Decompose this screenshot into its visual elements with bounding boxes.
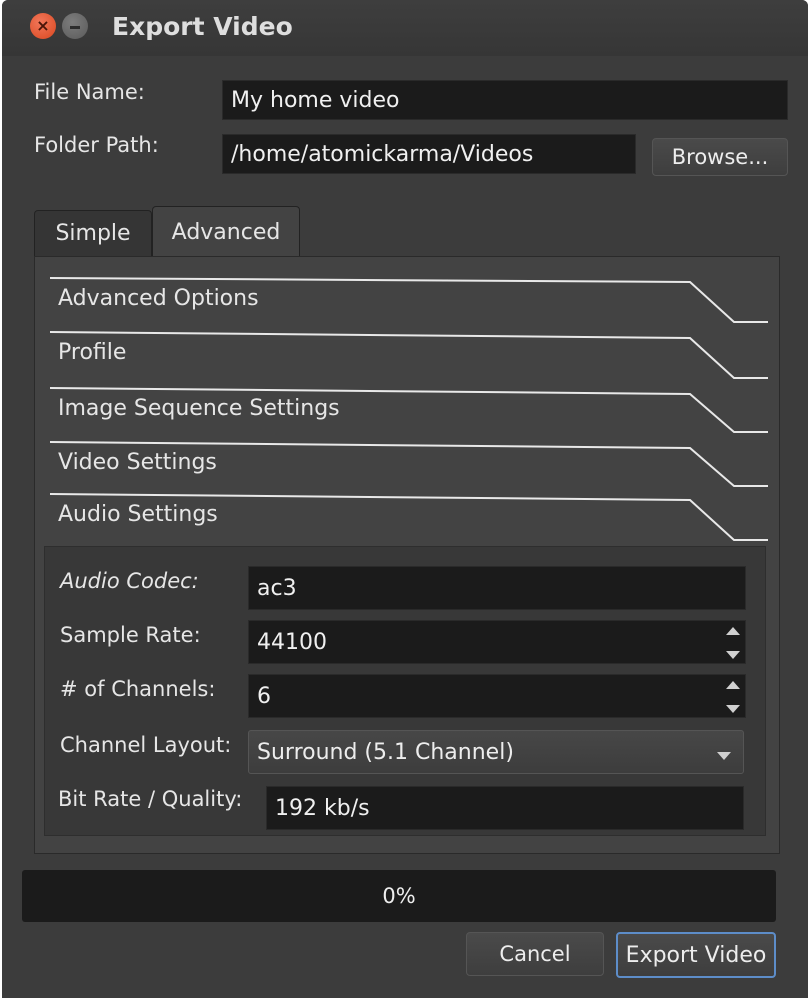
channels-spin-icon[interactable] <box>724 678 742 716</box>
channel-layout-select[interactable]: Surround (5.1 Channel) <box>248 730 744 774</box>
folder-path-label: Folder Path: <box>34 133 159 157</box>
folder-path-input[interactable]: /home/atomickarma/Videos <box>222 134 636 174</box>
cancel-button[interactable]: Cancel <box>466 932 604 976</box>
channel-layout-label: Channel Layout: <box>60 733 232 757</box>
minimize-icon[interactable] <box>62 13 88 39</box>
sample-rate-stepper[interactable]: 44100 <box>248 620 746 664</box>
section-profile[interactable]: Profile <box>50 330 770 386</box>
title-bar: × Export Video <box>2 0 808 56</box>
close-icon[interactable]: × <box>30 13 56 39</box>
section-image-sequence[interactable]: Image Sequence Settings <box>50 386 770 442</box>
sample-rate-spin-icon[interactable] <box>724 624 742 662</box>
channels-label: # of Channels: <box>60 677 216 701</box>
section-audio-settings[interactable]: Audio Settings <box>50 492 770 548</box>
chevron-down-icon <box>717 752 731 760</box>
channel-layout-value: Surround (5.1 Channel) <box>257 739 514 765</box>
section-divider-shape <box>50 331 768 379</box>
audio-codec-label: Audio Codec: <box>60 569 199 593</box>
bit-rate-label: Bit Rate / Quality: <box>58 787 243 811</box>
progress-text: 0% <box>382 884 416 908</box>
tab-simple[interactable]: Simple <box>34 210 152 256</box>
section-label: Profile <box>58 340 127 365</box>
export-progress-bar: 0% <box>22 870 776 922</box>
section-label: Advanced Options <box>58 286 259 311</box>
section-advanced-options[interactable]: Advanced Options <box>50 276 770 332</box>
export-video-dialog: × Export Video File Name: My home video … <box>2 0 808 998</box>
browse-button[interactable]: Browse... <box>652 138 788 176</box>
window-title: Export Video <box>112 12 293 41</box>
bit-rate-input[interactable]: 192 kb/s <box>266 786 744 830</box>
section-label: Audio Settings <box>58 502 218 527</box>
audio-codec-input[interactable]: ac3 <box>248 566 746 610</box>
section-label: Image Sequence Settings <box>58 396 340 421</box>
channels-stepper[interactable]: 6 <box>248 674 746 718</box>
file-name-input[interactable]: My home video <box>222 80 788 120</box>
section-video-settings[interactable]: Video Settings <box>50 440 770 496</box>
file-name-label: File Name: <box>34 80 145 104</box>
section-label: Video Settings <box>58 450 217 475</box>
sample-rate-label: Sample Rate: <box>60 623 201 647</box>
export-video-button[interactable]: Export Video <box>616 932 776 978</box>
tab-advanced[interactable]: Advanced <box>152 206 300 258</box>
